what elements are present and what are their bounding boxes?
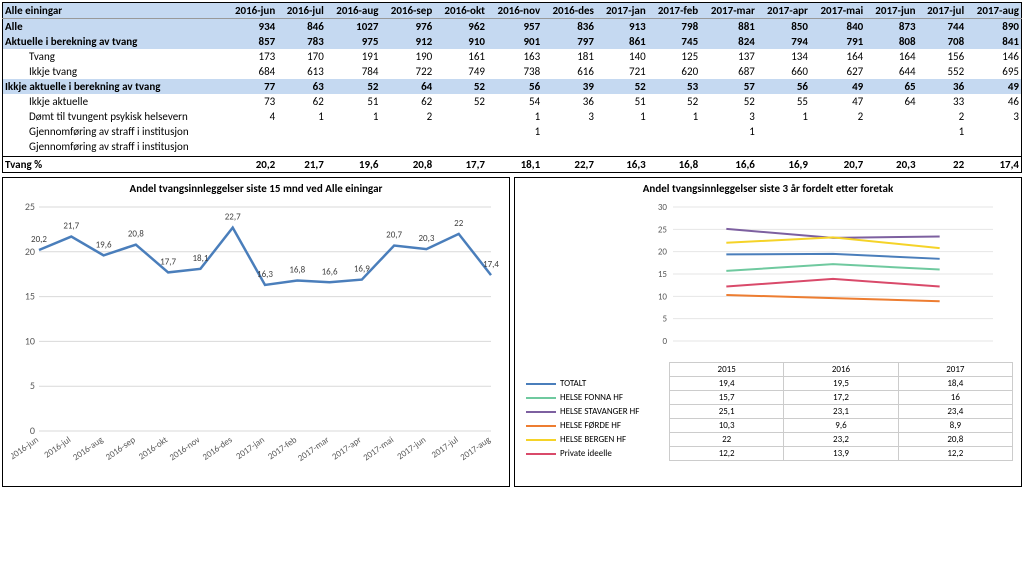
col-header: Alle einingar [3,3,225,19]
col-header: 2016-jun [225,3,277,19]
data-table: Alle einingar2016-jun2016-jul2016-aug201… [2,2,1022,173]
svg-text:2017-apr: 2017-apr [330,434,363,462]
svg-text:16,9: 16,9 [354,264,370,275]
col-header: 2016-aug [326,3,381,19]
col-header: 2017-aug [966,3,1021,19]
svg-text:2017-feb: 2017-feb [266,434,299,462]
svg-text:25: 25 [25,200,35,213]
svg-text:2017-mar: 2017-mar [296,434,332,463]
svg-text:21,7: 21,7 [63,221,79,232]
svg-text:16,8: 16,8 [289,264,305,275]
svg-text:5: 5 [662,314,667,325]
svg-text:17,4: 17,4 [483,259,499,270]
svg-text:2016-aug: 2016-aug [71,434,106,463]
svg-text:17,7: 17,7 [160,256,176,267]
svg-text:2016-jul: 2016-jul [42,434,73,460]
col-header: 2016-jul [277,3,326,19]
col-header: 2016-sep [380,3,434,19]
svg-text:18,1: 18,1 [192,253,208,264]
col-header: 2017-mai [810,3,865,19]
svg-text:2017-aug: 2017-aug [458,434,493,463]
svg-text:15: 15 [25,290,35,303]
svg-text:20,7: 20,7 [386,230,402,241]
col-header: 2017-mar [700,3,757,19]
svg-text:20,3: 20,3 [418,233,434,244]
col-header: 2016-okt [434,3,487,19]
svg-text:2016-des: 2016-des [200,434,234,463]
svg-text:20: 20 [658,247,668,258]
svg-text:0: 0 [662,336,667,347]
svg-text:19,6: 19,6 [96,239,112,250]
svg-text:5: 5 [30,379,35,392]
svg-text:20: 20 [25,245,35,258]
chart-left-title: Andel tvangsinnleggelser siste 15 mnd ve… [11,182,501,195]
svg-text:20,8: 20,8 [128,229,144,240]
chart-right-title: Andel tvangsinnleggelser siste 3 år ford… [523,182,1013,195]
svg-text:16,3: 16,3 [257,269,273,280]
chart-right: Andel tvangsinnleggelser siste 3 år ford… [514,177,1022,487]
svg-text:10: 10 [658,291,668,302]
svg-text:10: 10 [25,334,35,347]
svg-text:20,2: 20,2 [31,234,47,245]
col-header: 2016-des [542,3,596,19]
svg-text:15: 15 [658,269,668,280]
chart-right-legend: 201520162017TOTALT19,419,518,4HELSE FONN… [523,362,1013,461]
col-header: 2017-jun [865,3,917,19]
svg-text:2016-okt: 2016-okt [137,434,170,462]
svg-text:30: 30 [658,202,668,213]
chart-left: Andel tvangsinnleggelser siste 15 mnd ve… [2,177,510,487]
svg-text:16,6: 16,6 [322,266,338,277]
svg-text:2017-mai: 2017-mai [361,434,396,463]
col-header: 2017-apr [757,3,810,19]
svg-text:2016-jun: 2016-jun [11,434,41,462]
col-header: 2017-jan [596,3,648,19]
col-header: 2017-jul [918,3,967,19]
svg-text:22: 22 [454,218,464,229]
svg-text:25: 25 [658,224,668,235]
col-header: 2016-nov [487,3,542,19]
svg-text:22,7: 22,7 [225,212,241,223]
col-header: 2017-feb [648,3,700,19]
svg-text:2017-jul: 2017-jul [430,434,461,460]
svg-text:2017-jan: 2017-jan [234,434,267,462]
svg-text:2016-sep: 2016-sep [104,434,138,463]
svg-text:2016-nov: 2016-nov [168,434,203,463]
svg-text:2017-jun: 2017-jun [395,434,428,462]
